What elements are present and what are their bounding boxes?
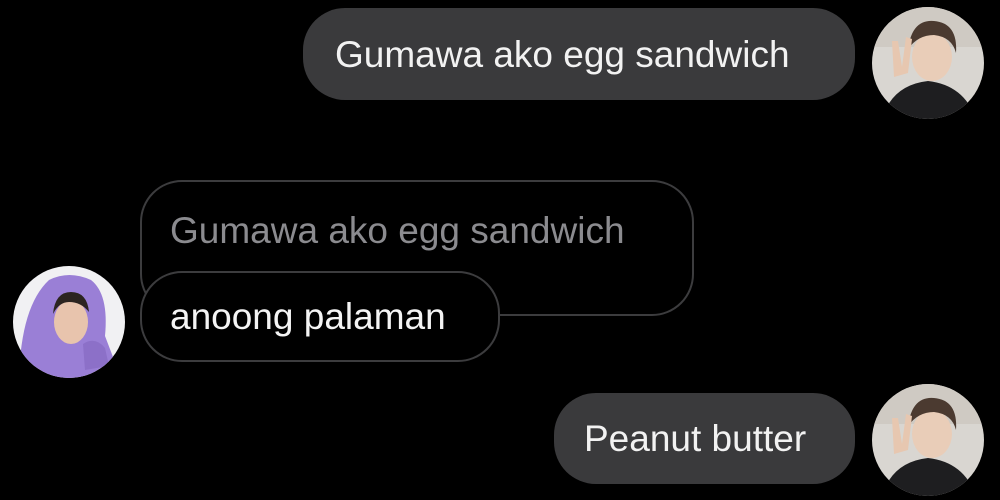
user-avatar[interactable]: [872, 7, 984, 119]
message-text: Gumawa ako egg sandwich: [335, 33, 790, 75]
message-text: Peanut butter: [584, 418, 807, 459]
message-text: anoong palaman: [170, 296, 446, 337]
received-message-bubble[interactable]: anoong palaman: [140, 271, 500, 362]
quoted-text: Gumawa ako egg sandwich: [170, 210, 625, 251]
friend-avatar[interactable]: [13, 266, 125, 378]
friend-avatar-photo: [13, 266, 125, 378]
sent-message-bubble[interactable]: Peanut butter: [554, 393, 855, 484]
sent-message-bubble[interactable]: Gumawa ako egg sandwich: [303, 8, 855, 100]
user-avatar[interactable]: [872, 384, 984, 496]
user-avatar-photo: [872, 384, 984, 496]
user-avatar-photo: [872, 7, 984, 119]
